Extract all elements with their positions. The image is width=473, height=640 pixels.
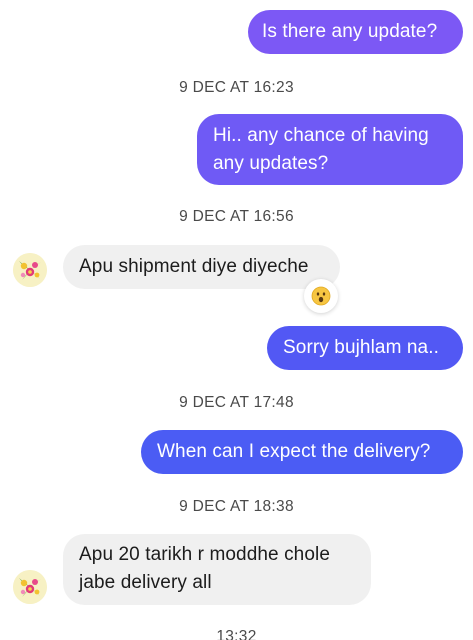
floral-avatar-icon <box>13 253 47 287</box>
surprised-face-icon <box>311 286 331 306</box>
timestamp: 9 DEC AT 16:56 <box>179 208 294 225</box>
outgoing-message-bubble[interactable]: Is there any update? <box>248 10 463 54</box>
message-text: Apu 20 tarikh r moddhe chole <box>79 544 331 565</box>
timestamp: 9 DEC AT 18:38 <box>179 498 294 515</box>
message-text: Is there any update? <box>262 21 438 42</box>
message-text: Hi.. any chance of having <box>213 125 429 146</box>
contact-avatar[interactable] <box>13 570 47 604</box>
timestamp: 9 DEC AT 17:48 <box>179 394 294 411</box>
message-text: any updates? <box>213 153 329 174</box>
outgoing-message-bubble[interactable]: Sorry bujhlam na.. <box>267 326 463 370</box>
incoming-message-bubble[interactable]: Apu 20 tarikh r moddhe chole jabe delive… <box>63 534 371 605</box>
message-text: Sorry bujhlam na.. <box>283 337 439 358</box>
message-text: Apu shipment diye diyeche <box>79 256 309 277</box>
incoming-message-bubble[interactable]: Apu shipment diye diyeche <box>63 245 340 289</box>
outgoing-message-bubble[interactable]: When can I expect the delivery? <box>141 430 463 474</box>
timestamp: 13:32 <box>216 628 257 640</box>
chat-thread: Is there any update? 9 DEC AT 16:23 Hi..… <box>0 0 473 640</box>
message-reaction[interactable] <box>304 279 338 313</box>
message-text: When can I expect the delivery? <box>157 441 431 462</box>
floral-avatar-icon <box>13 570 47 604</box>
outgoing-message-bubble[interactable]: Hi.. any chance of having any updates? <box>197 114 463 185</box>
timestamp: 9 DEC AT 16:23 <box>179 79 294 96</box>
message-text: jabe delivery all <box>79 572 212 593</box>
contact-avatar[interactable] <box>13 253 47 287</box>
